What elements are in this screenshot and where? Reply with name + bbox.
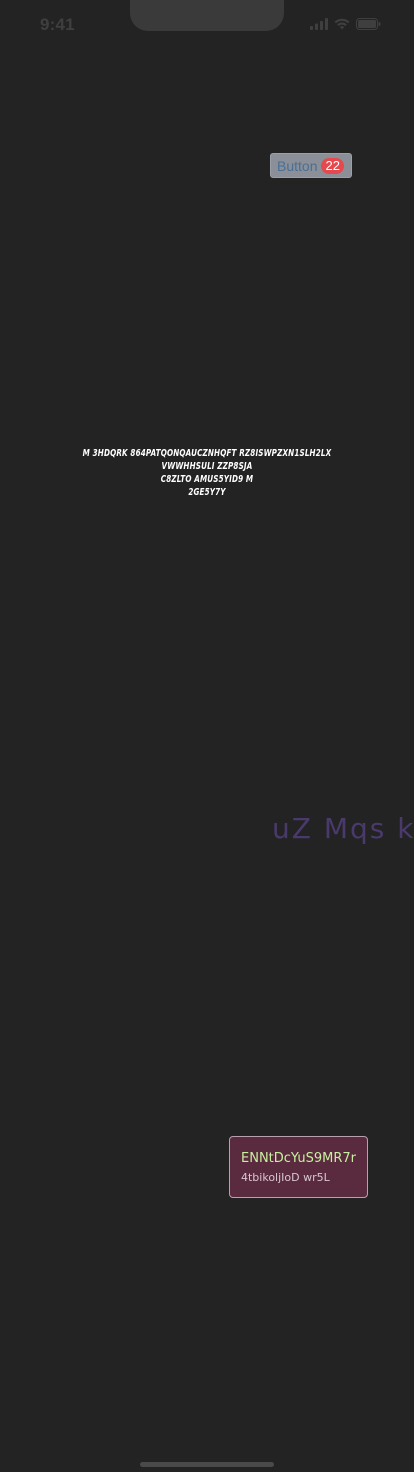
purple-heading-text: uZ Mqs k: [272, 812, 414, 845]
info-card[interactable]: ENNtDcYuS9MR7r 4tbikoljIoD wr5L: [229, 1136, 368, 1198]
home-indicator[interactable]: [140, 1462, 274, 1467]
battery-icon: [356, 18, 381, 30]
notification-count-badge: 22: [321, 157, 344, 174]
badge-button[interactable]: Button 22: [270, 153, 352, 178]
status-time: 9:41: [40, 15, 75, 34]
device-notch: [130, 0, 284, 31]
wifi-icon: [334, 18, 350, 30]
signal-icon: [310, 18, 328, 30]
condensed-text-line: 2GE5Y7Y: [188, 487, 226, 498]
info-card-subtitle: 4tbikoljIoD wr5L: [241, 1171, 330, 1184]
badge-button-label: Button: [277, 157, 318, 174]
info-card-title: ENNtDcYuS9MR7r: [241, 1151, 356, 1166]
condensed-text-line: C8ZLTO AMUS5YID9 M: [160, 474, 254, 485]
condensed-text-block: M 3HDQRK 864PATQONQAUCZNHQFT RZ8ISWPZXN1…: [65, 447, 349, 499]
condensed-text-line: M 3HDQRK 864PATQONQAUCZNHQFT RZ8ISWPZXN1…: [82, 448, 332, 472]
status-icons: [310, 18, 381, 30]
